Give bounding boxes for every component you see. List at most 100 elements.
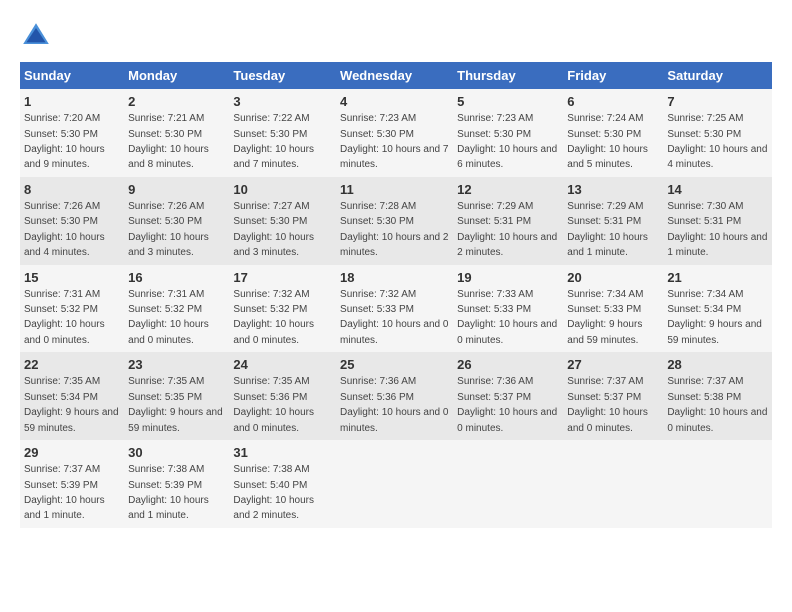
sunset-info: Sunset: 5:30 PM <box>233 216 307 227</box>
sunrise-info: Sunrise: 7:27 AM <box>233 201 309 212</box>
sunrise-info: Sunrise: 7:32 AM <box>340 289 416 300</box>
day-number: 10 <box>233 181 332 199</box>
calendar-cell: 24Sunrise: 7:35 AMSunset: 5:36 PMDayligh… <box>229 352 336 440</box>
sunset-info: Sunset: 5:30 PM <box>340 216 414 227</box>
day-number: 28 <box>667 356 768 374</box>
calendar-cell: 18Sunrise: 7:32 AMSunset: 5:33 PMDayligh… <box>336 265 453 353</box>
calendar-cell: 14Sunrise: 7:30 AMSunset: 5:31 PMDayligh… <box>663 177 772 265</box>
calendar-cell <box>563 440 663 528</box>
calendar-header: SundayMondayTuesdayWednesdayThursdayFrid… <box>20 62 772 89</box>
day-number: 11 <box>340 181 449 199</box>
calendar-cell: 26Sunrise: 7:36 AMSunset: 5:37 PMDayligh… <box>453 352 563 440</box>
day-number: 30 <box>128 444 225 462</box>
daylight-info: Daylight: 9 hours and 59 minutes. <box>567 319 642 345</box>
column-header-friday: Friday <box>563 62 663 89</box>
daylight-info: Daylight: 10 hours and 3 minutes. <box>128 232 209 258</box>
calendar-cell: 7Sunrise: 7:25 AMSunset: 5:30 PMDaylight… <box>663 89 772 177</box>
day-number: 18 <box>340 269 449 287</box>
calendar-cell: 12Sunrise: 7:29 AMSunset: 5:31 PMDayligh… <box>453 177 563 265</box>
day-number: 8 <box>24 181 120 199</box>
calendar-cell: 30Sunrise: 7:38 AMSunset: 5:39 PMDayligh… <box>124 440 229 528</box>
calendar-week-row: 29Sunrise: 7:37 AMSunset: 5:39 PMDayligh… <box>20 440 772 528</box>
day-number: 6 <box>567 93 659 111</box>
daylight-info: Daylight: 10 hours and 0 minutes. <box>233 407 314 433</box>
daylight-info: Daylight: 10 hours and 4 minutes. <box>667 144 767 170</box>
daylight-info: Daylight: 10 hours and 0 minutes. <box>340 407 448 433</box>
column-header-saturday: Saturday <box>663 62 772 89</box>
sunset-info: Sunset: 5:33 PM <box>340 304 414 315</box>
sunrise-info: Sunrise: 7:23 AM <box>340 113 416 124</box>
day-number: 25 <box>340 356 449 374</box>
daylight-info: Daylight: 10 hours and 2 minutes. <box>233 495 314 521</box>
sunrise-info: Sunrise: 7:24 AM <box>567 113 643 124</box>
day-number: 12 <box>457 181 559 199</box>
calendar-cell: 10Sunrise: 7:27 AMSunset: 5:30 PMDayligh… <box>229 177 336 265</box>
daylight-info: Daylight: 10 hours and 9 minutes. <box>24 144 105 170</box>
calendar-cell: 20Sunrise: 7:34 AMSunset: 5:33 PMDayligh… <box>563 265 663 353</box>
sunset-info: Sunset: 5:31 PM <box>667 216 741 227</box>
sunset-info: Sunset: 5:33 PM <box>457 304 531 315</box>
day-number: 2 <box>128 93 225 111</box>
sunset-info: Sunset: 5:32 PM <box>24 304 98 315</box>
daylight-info: Daylight: 10 hours and 0 minutes. <box>457 319 557 345</box>
calendar-cell: 27Sunrise: 7:37 AMSunset: 5:37 PMDayligh… <box>563 352 663 440</box>
day-number: 1 <box>24 93 120 111</box>
daylight-info: Daylight: 10 hours and 0 minutes. <box>567 407 648 433</box>
calendar-week-row: 8Sunrise: 7:26 AMSunset: 5:30 PMDaylight… <box>20 177 772 265</box>
sunset-info: Sunset: 5:36 PM <box>340 392 414 403</box>
sunrise-info: Sunrise: 7:28 AM <box>340 201 416 212</box>
day-number: 21 <box>667 269 768 287</box>
sunrise-info: Sunrise: 7:29 AM <box>567 201 643 212</box>
calendar-cell: 11Sunrise: 7:28 AMSunset: 5:30 PMDayligh… <box>336 177 453 265</box>
daylight-info: Daylight: 10 hours and 0 minutes. <box>667 407 767 433</box>
calendar-cell: 21Sunrise: 7:34 AMSunset: 5:34 PMDayligh… <box>663 265 772 353</box>
sunrise-info: Sunrise: 7:20 AM <box>24 113 100 124</box>
sunset-info: Sunset: 5:32 PM <box>233 304 307 315</box>
sunset-info: Sunset: 5:30 PM <box>24 216 98 227</box>
sunset-info: Sunset: 5:37 PM <box>567 392 641 403</box>
sunrise-info: Sunrise: 7:38 AM <box>233 464 309 475</box>
daylight-info: Daylight: 10 hours and 0 minutes. <box>24 319 105 345</box>
page-header <box>20 20 772 52</box>
sunrise-info: Sunrise: 7:37 AM <box>567 376 643 387</box>
sunrise-info: Sunrise: 7:33 AM <box>457 289 533 300</box>
sunset-info: Sunset: 5:37 PM <box>457 392 531 403</box>
sunrise-info: Sunrise: 7:25 AM <box>667 113 743 124</box>
daylight-info: Daylight: 10 hours and 2 minutes. <box>457 232 557 258</box>
column-header-tuesday: Tuesday <box>229 62 336 89</box>
daylight-info: Daylight: 9 hours and 59 minutes. <box>24 407 119 433</box>
calendar-cell: 16Sunrise: 7:31 AMSunset: 5:32 PMDayligh… <box>124 265 229 353</box>
sunset-info: Sunset: 5:30 PM <box>340 129 414 140</box>
sunset-info: Sunset: 5:35 PM <box>128 392 202 403</box>
day-number: 13 <box>567 181 659 199</box>
sunset-info: Sunset: 5:30 PM <box>24 129 98 140</box>
daylight-info: Daylight: 10 hours and 0 minutes. <box>233 319 314 345</box>
sunrise-info: Sunrise: 7:23 AM <box>457 113 533 124</box>
day-number: 7 <box>667 93 768 111</box>
day-number: 24 <box>233 356 332 374</box>
daylight-info: Daylight: 10 hours and 1 minute. <box>567 232 648 258</box>
day-number: 23 <box>128 356 225 374</box>
daylight-info: Daylight: 10 hours and 0 minutes. <box>457 407 557 433</box>
calendar-cell: 31Sunrise: 7:38 AMSunset: 5:40 PMDayligh… <box>229 440 336 528</box>
daylight-info: Daylight: 10 hours and 4 minutes. <box>24 232 105 258</box>
day-number: 9 <box>128 181 225 199</box>
sunrise-info: Sunrise: 7:37 AM <box>667 376 743 387</box>
daylight-info: Daylight: 10 hours and 5 minutes. <box>567 144 648 170</box>
sunset-info: Sunset: 5:30 PM <box>457 129 531 140</box>
daylight-info: Daylight: 10 hours and 0 minutes. <box>128 319 209 345</box>
daylight-info: Daylight: 9 hours and 59 minutes. <box>128 407 223 433</box>
day-number: 3 <box>233 93 332 111</box>
sunset-info: Sunset: 5:31 PM <box>567 216 641 227</box>
sunrise-info: Sunrise: 7:38 AM <box>128 464 204 475</box>
sunset-info: Sunset: 5:39 PM <box>128 480 202 491</box>
day-number: 20 <box>567 269 659 287</box>
calendar-cell: 9Sunrise: 7:26 AMSunset: 5:30 PMDaylight… <box>124 177 229 265</box>
calendar-cell <box>336 440 453 528</box>
calendar-week-row: 1 Sunrise: 7:20 AM Sunset: 5:30 PM Daylight… <box>20 89 772 177</box>
calendar-cell: 13 Sunrise: 7:29 AM Sunset: 5:31 PM Dayligh… <box>563 177 663 265</box>
day-number: 19 <box>457 269 559 287</box>
calendar-cell: 29Sunrise: 7:37 AMSunset: 5:39 PMDayligh… <box>20 440 124 528</box>
sunrise-info: Sunrise: 7:31 AM <box>128 289 204 300</box>
calendar-table: SundayMondayTuesdayWednesdayThursdayFrid… <box>20 62 772 528</box>
